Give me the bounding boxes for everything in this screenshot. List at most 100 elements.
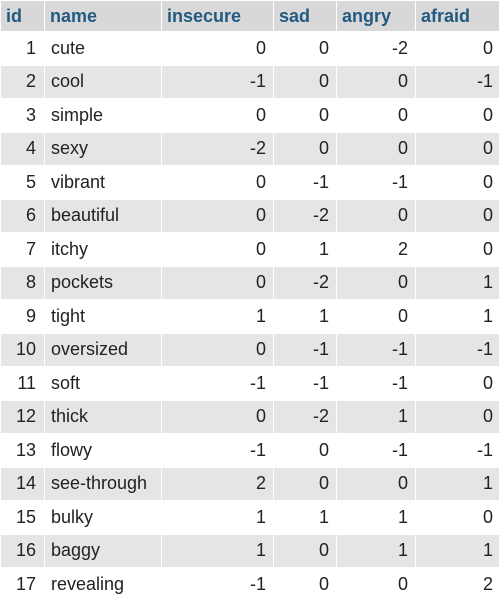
table-row[interactable]: 17 revealing -1 0 0 2 bbox=[1, 568, 499, 601]
cell-afraid: 0 bbox=[416, 166, 499, 199]
cell-afraid: 1 bbox=[416, 467, 499, 500]
column-header-insecure[interactable]: insecure bbox=[162, 1, 273, 31]
table-row[interactable]: 4 sexy -2 0 0 0 bbox=[1, 132, 499, 165]
cell-afraid: -1 bbox=[416, 434, 499, 467]
cell-afraid: -1 bbox=[416, 65, 499, 98]
cell-afraid: 2 bbox=[416, 568, 499, 601]
cell-id: 11 bbox=[1, 367, 44, 400]
cell-insecure: 0 bbox=[162, 166, 273, 199]
table-row[interactable]: 8 pockets 0 -2 0 1 bbox=[1, 266, 499, 299]
cell-sad: 0 bbox=[274, 65, 336, 98]
table-row[interactable]: 14 see-through 2 0 0 1 bbox=[1, 467, 499, 500]
table-row[interactable]: 12 thick 0 -2 1 0 bbox=[1, 400, 499, 433]
table-row[interactable]: 10 oversized 0 -1 -1 -1 bbox=[1, 333, 499, 366]
table-row[interactable]: 13 flowy -1 0 -1 -1 bbox=[1, 434, 499, 467]
cell-insecure: 1 bbox=[162, 501, 273, 534]
cell-angry: 0 bbox=[337, 65, 415, 98]
cell-sad: 0 bbox=[274, 32, 336, 65]
table-row[interactable]: 11 soft -1 -1 -1 0 bbox=[1, 367, 499, 400]
table-row[interactable]: 3 simple 0 0 0 0 bbox=[1, 99, 499, 132]
cell-id: 15 bbox=[1, 501, 44, 534]
cell-insecure: 0 bbox=[162, 266, 273, 299]
cell-name: thick bbox=[45, 400, 161, 433]
cell-name: beautiful bbox=[45, 199, 161, 232]
table-row[interactable]: 16 baggy 1 0 1 1 bbox=[1, 534, 499, 567]
cell-id: 17 bbox=[1, 568, 44, 601]
cell-name: soft bbox=[45, 367, 161, 400]
cell-insecure: -1 bbox=[162, 568, 273, 601]
cell-name: baggy bbox=[45, 534, 161, 567]
cell-angry: -1 bbox=[337, 333, 415, 366]
cell-name: pockets bbox=[45, 266, 161, 299]
cell-id: 2 bbox=[1, 65, 44, 98]
cell-afraid: 0 bbox=[416, 99, 499, 132]
cell-id: 10 bbox=[1, 333, 44, 366]
table-body: 1 cute 0 0 -2 0 2 cool -1 0 0 -1 3 simple 0 0 0 0 4 sexy -2 0… bbox=[1, 32, 499, 601]
column-header-angry[interactable]: angry bbox=[337, 1, 415, 31]
column-header-sad[interactable]: sad bbox=[274, 1, 336, 31]
table-row[interactable]: 7 itchy 0 1 2 0 bbox=[1, 233, 499, 266]
cell-insecure: 0 bbox=[162, 99, 273, 132]
cell-afraid: 0 bbox=[416, 501, 499, 534]
cell-angry: 1 bbox=[337, 501, 415, 534]
cell-insecure: -2 bbox=[162, 132, 273, 165]
cell-sad: 1 bbox=[274, 233, 336, 266]
column-header-name[interactable]: name bbox=[45, 1, 161, 31]
cell-name: revealing bbox=[45, 568, 161, 601]
cell-angry: -1 bbox=[337, 434, 415, 467]
table-row[interactable]: 9 tight 1 1 0 1 bbox=[1, 300, 499, 333]
cell-name: simple bbox=[45, 99, 161, 132]
cell-insecure: -1 bbox=[162, 367, 273, 400]
cell-id: 9 bbox=[1, 300, 44, 333]
cell-insecure: -1 bbox=[162, 65, 273, 98]
cell-sad: 0 bbox=[274, 434, 336, 467]
cell-sad: -2 bbox=[274, 199, 336, 232]
cell-angry: 0 bbox=[337, 568, 415, 601]
cell-angry: 0 bbox=[337, 199, 415, 232]
cell-name: cute bbox=[45, 32, 161, 65]
cell-sad: 1 bbox=[274, 501, 336, 534]
cell-afraid: 0 bbox=[416, 199, 499, 232]
header-row: id name insecure sad angry afraid bbox=[1, 1, 499, 31]
cell-angry: 0 bbox=[337, 300, 415, 333]
cell-afraid: 0 bbox=[416, 400, 499, 433]
cell-name: bulky bbox=[45, 501, 161, 534]
cell-angry: 0 bbox=[337, 99, 415, 132]
cell-id: 4 bbox=[1, 132, 44, 165]
cell-angry: -1 bbox=[337, 367, 415, 400]
table-row[interactable]: 1 cute 0 0 -2 0 bbox=[1, 32, 499, 65]
cell-name: itchy bbox=[45, 233, 161, 266]
column-header-id[interactable]: id bbox=[1, 1, 44, 31]
cell-insecure: 1 bbox=[162, 300, 273, 333]
table-row[interactable]: 5 vibrant 0 -1 -1 0 bbox=[1, 166, 499, 199]
table-row[interactable]: 2 cool -1 0 0 -1 bbox=[1, 65, 499, 98]
cell-angry: -2 bbox=[337, 32, 415, 65]
table-row[interactable]: 15 bulky 1 1 1 0 bbox=[1, 501, 499, 534]
cell-angry: 1 bbox=[337, 400, 415, 433]
cell-sad: -2 bbox=[274, 400, 336, 433]
cell-sad: 0 bbox=[274, 568, 336, 601]
cell-name: cool bbox=[45, 65, 161, 98]
cell-afraid: 0 bbox=[416, 367, 499, 400]
cell-afraid: 1 bbox=[416, 300, 499, 333]
cell-angry: 0 bbox=[337, 467, 415, 500]
cell-afraid: 1 bbox=[416, 534, 499, 567]
cell-insecure: 0 bbox=[162, 400, 273, 433]
cell-insecure: 0 bbox=[162, 32, 273, 65]
column-header-afraid[interactable]: afraid bbox=[416, 1, 499, 31]
cell-angry: -1 bbox=[337, 166, 415, 199]
cell-insecure: 2 bbox=[162, 467, 273, 500]
cell-afraid: 1 bbox=[416, 266, 499, 299]
cell-id: 8 bbox=[1, 266, 44, 299]
cell-angry: 2 bbox=[337, 233, 415, 266]
cell-sad: 0 bbox=[274, 132, 336, 165]
cell-afraid: 0 bbox=[416, 32, 499, 65]
cell-angry: 0 bbox=[337, 266, 415, 299]
cell-sad: -1 bbox=[274, 333, 336, 366]
table-row[interactable]: 6 beautiful 0 -2 0 0 bbox=[1, 199, 499, 232]
cell-insecure: -1 bbox=[162, 434, 273, 467]
cell-name: oversized bbox=[45, 333, 161, 366]
cell-id: 16 bbox=[1, 534, 44, 567]
cell-insecure: 1 bbox=[162, 534, 273, 567]
cell-insecure: 0 bbox=[162, 233, 273, 266]
